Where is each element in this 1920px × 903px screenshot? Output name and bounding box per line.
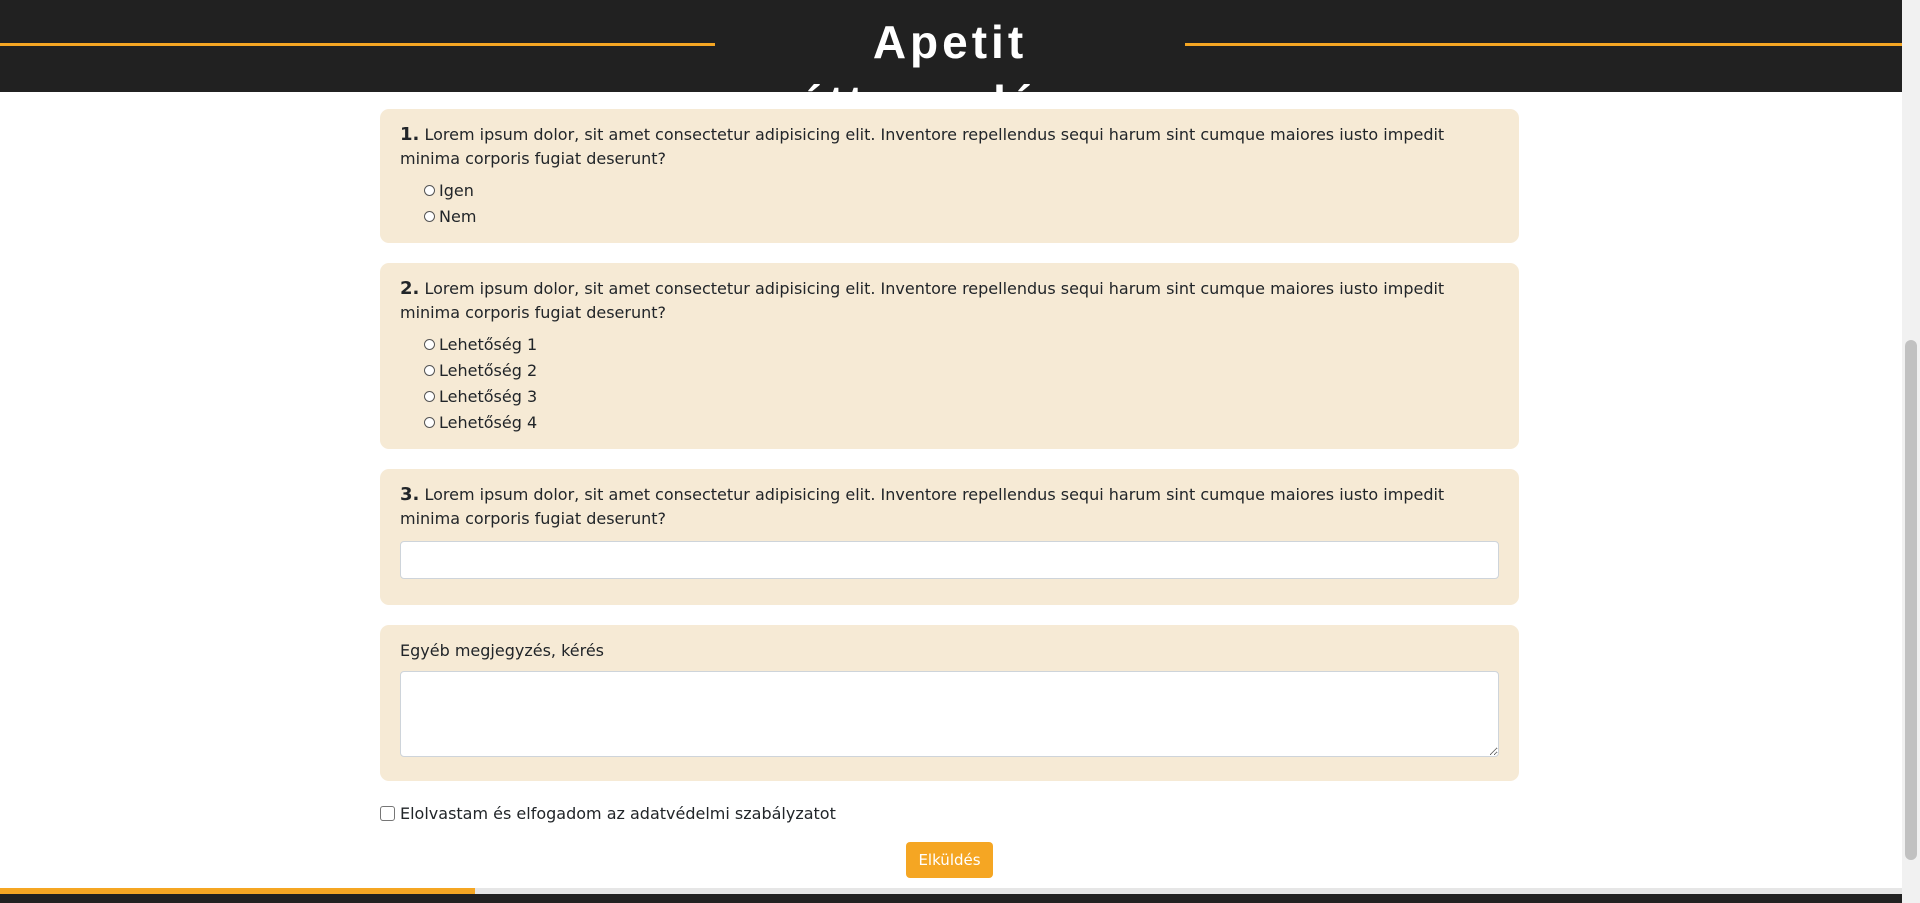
radio-option-igen[interactable]: Igen: [400, 177, 1499, 203]
radio-button[interactable]: [424, 364, 435, 376]
option-label: Lehetőség 2: [439, 360, 538, 380]
comments-textarea[interactable]: [400, 671, 1499, 757]
question-3: 3. Lorem ipsum dolor, sit amet consectet…: [400, 483, 1499, 531]
option-label: Lehetőség 1: [439, 334, 538, 354]
question-text: Lorem ipsum dolor, sit amet consectetur …: [400, 485, 1445, 528]
consent-row[interactable]: Elolvastam és elfogadom az adatvédelmi s…: [380, 801, 1519, 825]
question-text: Lorem ipsum dolor, sit amet consectetur …: [400, 125, 1445, 168]
footer-divider: [475, 888, 1902, 894]
consent-checkbox[interactable]: [380, 805, 395, 821]
site-header: Apetit étteremlánc: [0, 0, 1902, 128]
radio-button[interactable]: [424, 184, 435, 196]
question-text: Lorem ipsum dolor, sit amet consectetur …: [400, 279, 1445, 322]
comments-card: Egyéb megjegyzés, kérés: [380, 625, 1519, 781]
question-card-3: 3. Lorem ipsum dolor, sit amet consectet…: [380, 469, 1519, 605]
scrollbar-thumb[interactable]: [1905, 340, 1917, 860]
question-number: 1.: [400, 124, 420, 145]
survey-form: 1. Lorem ipsum dolor, sit amet consectet…: [380, 109, 1519, 878]
radio-button[interactable]: [424, 390, 435, 402]
consent-label: Elolvastam és elfogadom az adatvédelmi s…: [400, 803, 836, 823]
question-number: 3.: [400, 484, 420, 505]
radio-option-3[interactable]: Lehetőség 3: [400, 383, 1499, 409]
radio-option-1[interactable]: Lehetőség 1: [400, 331, 1499, 357]
question-2: 2. Lorem ipsum dolor, sit amet consectet…: [400, 277, 1499, 325]
header-line-right: [1185, 43, 1902, 46]
header-line-left: [0, 43, 715, 46]
radio-button[interactable]: [424, 416, 435, 428]
option-label: Lehetőség 4: [439, 412, 538, 432]
radio-button[interactable]: [424, 338, 435, 350]
option-label: Nem: [439, 206, 477, 226]
comments-label: Egyéb megjegyzés, kérés: [400, 641, 605, 660]
radio-button[interactable]: [424, 210, 435, 222]
question-1: 1. Lorem ipsum dolor, sit amet consectet…: [400, 123, 1499, 171]
question-number: 2.: [400, 278, 420, 299]
scrollbar[interactable]: [1902, 0, 1920, 903]
question-card-2: 2. Lorem ipsum dolor, sit amet consectet…: [380, 263, 1519, 449]
radio-option-4[interactable]: Lehetőség 4: [400, 409, 1499, 435]
page: Apetit étteremlánc 1. Lorem ipsum dolor,…: [0, 0, 1920, 903]
option-label: Igen: [439, 180, 474, 200]
radio-option-nem[interactable]: Nem: [400, 203, 1499, 229]
submit-button[interactable]: Elküldés: [906, 842, 993, 878]
submit-wrap: Elküldés: [380, 842, 1519, 878]
question-card-1: 1. Lorem ipsum dolor, sit amet consectet…: [380, 109, 1519, 243]
option-label: Lehetőség 3: [439, 386, 538, 406]
answer-text-input[interactable]: [400, 541, 1499, 579]
footer-accent-line: [0, 888, 475, 894]
radio-option-2[interactable]: Lehetőség 2: [400, 357, 1499, 383]
